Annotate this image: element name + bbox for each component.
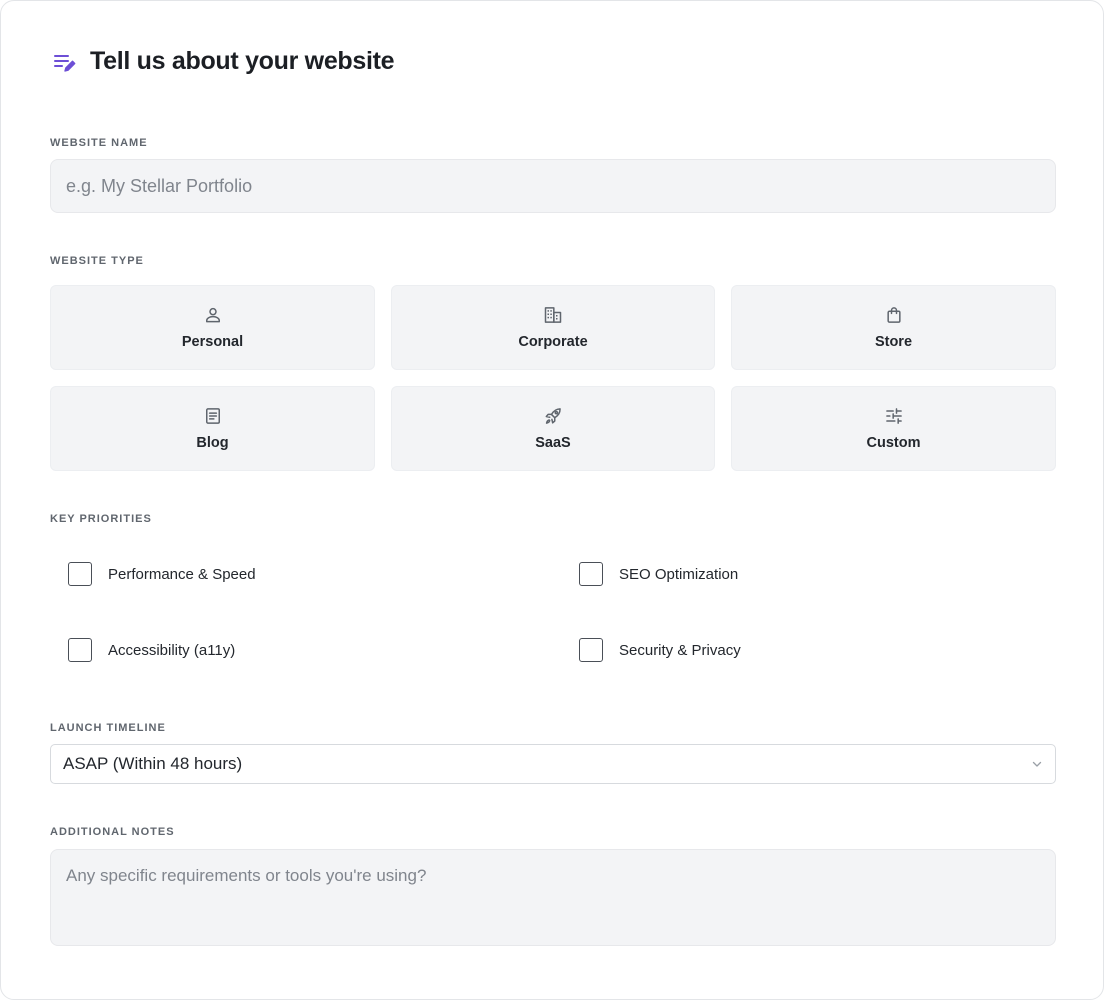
priority-seo[interactable]: SEO Optimization [579,562,738,586]
website-type-label: WEBSITE TYPE [50,255,144,267]
checkbox[interactable] [579,638,603,662]
priority-label: Security & Privacy [619,641,741,659]
launch-timeline-select[interactable]: ASAP (Within 48 hours) [50,744,1056,784]
notes-edit-icon [54,54,76,72]
type-option-saas[interactable]: SaaS [391,386,715,471]
priority-label: Performance & Speed [108,565,256,583]
priority-security[interactable]: Security & Privacy [579,638,741,662]
form-header: Tell us about your website [51,47,395,76]
type-option-label: Blog [196,435,229,451]
type-option-label: Custom [866,435,921,451]
checkbox[interactable] [579,562,603,586]
type-option-label: Store [874,334,913,350]
building-icon [544,307,562,323]
chevron-down-icon [1032,761,1042,767]
checkbox[interactable] [68,638,92,662]
key-priorities-label: KEY PRIORITIES [50,513,152,525]
type-option-blog[interactable]: Blog [50,386,375,471]
page-title: Tell us about your website [90,47,395,75]
additional-notes-textarea[interactable] [50,849,1056,946]
website-form-card: Tell us about your website WEBSITE NAME … [0,0,1104,1000]
priority-performance[interactable]: Performance & Speed [68,562,256,586]
priority-label: Accessibility (a11y) [108,641,236,659]
type-option-label: Personal [181,334,244,350]
type-option-personal[interactable]: Personal [50,285,375,370]
priority-label: SEO Optimization [619,565,739,583]
priority-accessibility[interactable]: Accessibility (a11y) [68,638,235,662]
type-option-custom[interactable]: Custom [731,386,1056,471]
website-name-label: WEBSITE NAME [50,137,148,149]
select-value: ASAP (Within 48 hours) [63,754,243,773]
type-option-label: SaaS [535,435,571,451]
additional-notes-label: ADDITIONAL NOTES [50,826,175,838]
sliders-icon [885,408,902,424]
type-option-corporate[interactable]: Corporate [391,285,715,370]
launch-timeline-label: LAUNCH TIMELINE [50,722,166,734]
person-icon [205,307,220,323]
type-option-store[interactable]: Store [731,285,1056,370]
rocket-icon [545,408,561,424]
website-type-grid: Personal Corporate Store Blog SaaS Custo… [50,285,1056,471]
checkbox[interactable] [68,562,92,586]
article-icon [205,408,220,424]
website-name-input[interactable] [50,159,1056,213]
shopping-bag-icon [886,307,901,323]
type-option-label: Corporate [518,334,588,350]
